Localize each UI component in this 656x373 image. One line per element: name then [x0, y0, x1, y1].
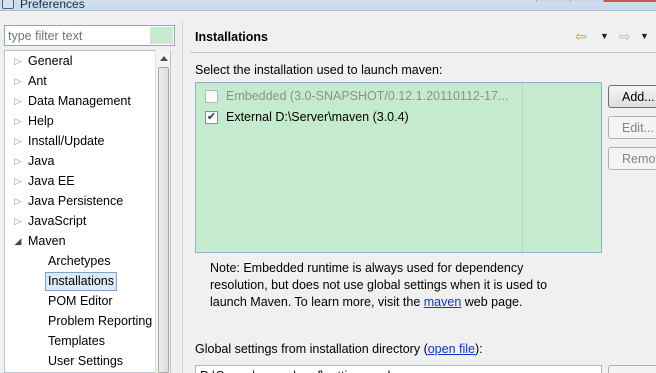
expand-arrow-icon[interactable]: ▷ [13, 152, 23, 171]
window-controls [536, 0, 656, 2]
open-file-link[interactable]: open file [428, 342, 475, 356]
expand-arrow-icon[interactable]: ▷ [13, 212, 23, 231]
remove-button[interactable]: Remove [608, 147, 656, 170]
page-title: Installations [195, 30, 268, 44]
installations-label: Select the installation used to launch m… [195, 63, 443, 77]
add-button[interactable]: Add... [608, 85, 656, 108]
title-bar: Preferences [0, 0, 656, 11]
maven-link[interactable]: maven [424, 295, 462, 309]
clear-filter-button[interactable] [150, 27, 173, 44]
browse-button[interactable] [608, 365, 656, 373]
close-button[interactable] [603, 0, 656, 2]
preferences-window-icon [2, 0, 14, 9]
preferences-tree: ▷ General ▷ Ant ▷ Data Management ▷ Help… [4, 50, 171, 373]
forward-dropdown-icon[interactable]: ▼ [640, 26, 649, 46]
expand-arrow-icon[interactable]: ▷ [13, 192, 23, 211]
pane-divider[interactable] [182, 22, 183, 373]
minimize-button[interactable] [536, 0, 570, 2]
global-settings-field[interactable]: D:\Server\maven\conf\settings.xml [195, 365, 602, 373]
installation-checkbox-checked[interactable]: ✔ [205, 111, 218, 124]
expand-arrow-icon[interactable]: ▷ [13, 112, 23, 131]
scroll-up-arrow-icon[interactable] [160, 56, 168, 61]
maximize-button[interactable] [569, 0, 603, 2]
filter-box [4, 25, 175, 46]
history-navigation: ⇦ ▼ ⇨ ▼ [575, 26, 656, 46]
back-arrow-icon[interactable]: ⇦ [575, 26, 587, 46]
embedded-runtime-note: Note: Embedded runtime is always used fo… [210, 261, 548, 309]
expand-arrow-icon[interactable]: ▷ [13, 132, 23, 151]
installation-checkbox[interactable] [205, 90, 218, 103]
expand-arrow-icon[interactable]: ▷ [13, 172, 23, 191]
column-divider [522, 83, 523, 252]
scrollbar-thumb[interactable] [158, 67, 169, 373]
filter-input[interactable] [5, 26, 151, 45]
expand-arrow-icon[interactable]: ▷ [13, 92, 23, 111]
forward-arrow-icon[interactable]: ⇨ [619, 26, 631, 46]
expand-arrow-icon[interactable]: ▷ [13, 52, 23, 71]
edit-button[interactable]: Edit... [608, 116, 656, 139]
back-dropdown-icon[interactable]: ▼ [600, 26, 609, 46]
window-title: Preferences [20, 0, 85, 11]
collapse-arrow-icon[interactable]: ◢ [13, 232, 23, 251]
installations-table[interactable]: Embedded (3.0-SNAPSHOT/0.12.1.20110112-1… [195, 82, 602, 253]
tree-scrollbar[interactable] [155, 50, 171, 373]
expand-arrow-icon[interactable]: ▷ [13, 72, 23, 91]
header-separator [190, 52, 656, 53]
global-settings-label: Global settings from installation direct… [195, 342, 483, 356]
